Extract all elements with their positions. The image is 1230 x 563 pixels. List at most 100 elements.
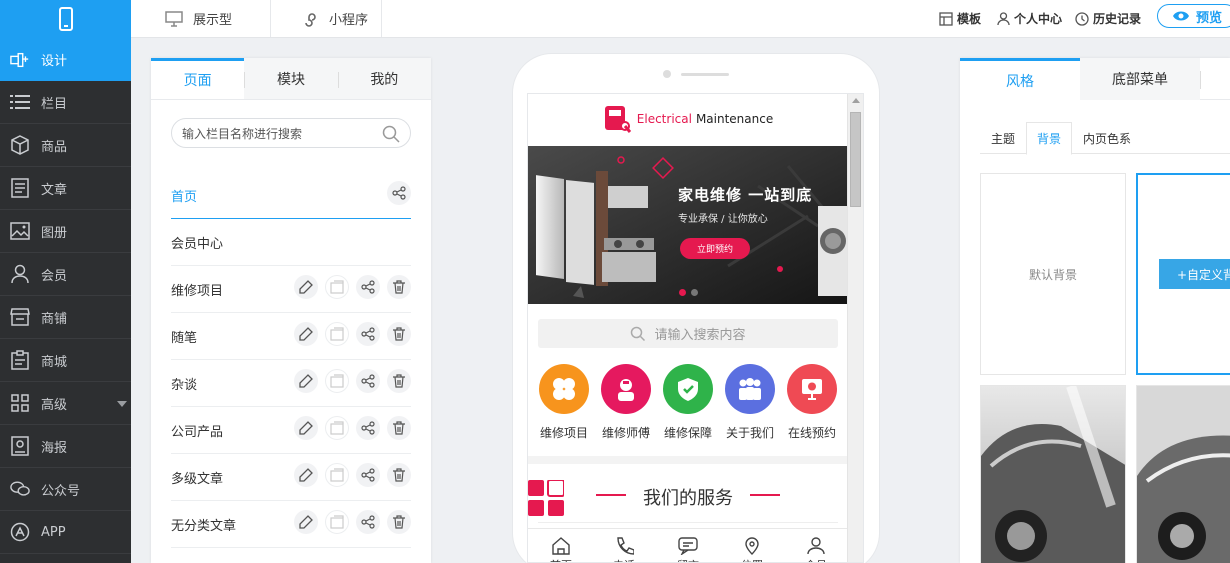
copy-icon[interactable] [325, 322, 349, 346]
share-icon[interactable] [356, 510, 380, 534]
sidebar-item-gallery[interactable]: 图册 [0, 210, 131, 253]
subtab-theme[interactable]: 主题 [980, 122, 1026, 154]
sidebar-item-shops[interactable]: 商铺 [0, 296, 131, 339]
background-thumbnail[interactable] [980, 385, 1126, 563]
section-gap [528, 456, 848, 464]
tab-modules[interactable]: 模块 [244, 58, 338, 99]
sidebar-item-label: 文章 [41, 182, 68, 198]
car-image [1137, 386, 1230, 563]
share-icon[interactable] [356, 416, 380, 440]
page-row[interactable]: 随笔 [171, 313, 411, 360]
edit-icon[interactable] [294, 275, 318, 299]
copy-icon[interactable] [325, 275, 349, 299]
subtab-inner-color[interactable]: 内页色系 [1072, 122, 1142, 154]
scroll-up-icon[interactable] [852, 98, 860, 103]
trash-icon[interactable] [387, 275, 411, 299]
custom-background-button[interactable]: +自定义背景 [1159, 259, 1230, 289]
background-thumbnail[interactable] [1136, 385, 1230, 563]
trash-icon[interactable] [387, 322, 411, 346]
tab-showcase[interactable]: 展示型 [165, 0, 232, 37]
copy-icon[interactable] [325, 369, 349, 393]
grid-icon [528, 480, 564, 516]
edit-icon[interactable] [294, 510, 318, 534]
page-row[interactable]: 首页 [171, 172, 411, 219]
tab-bottom-menu[interactable]: 底部菜单 [1080, 58, 1200, 100]
page-row[interactable]: 多级文章 [171, 454, 411, 501]
tab-mine[interactable]: 我的 [337, 58, 431, 99]
edit-icon[interactable] [294, 322, 318, 346]
tab-pages[interactable]: 页面 [151, 58, 245, 99]
mini-program-icon [303, 11, 319, 27]
bottom-tab[interactable]: 留言 [668, 535, 708, 562]
sidebar-item-design[interactable]: 设计 [0, 38, 131, 81]
trash-icon[interactable] [387, 369, 411, 393]
tab-style[interactable]: 风格 [960, 58, 1080, 100]
history-label: 历史记录 [1093, 12, 1142, 26]
share-icon[interactable] [356, 369, 380, 393]
page-actions [287, 463, 411, 487]
sidebar-item-advanced[interactable]: 高级 [0, 382, 131, 425]
phone-screen[interactable]: Electrical Maintenance 家电维修 一站到底 专业承保 / … [527, 93, 864, 563]
page-row[interactable]: 杂谈 [171, 360, 411, 407]
quick-link-item[interactable]: 维修保障 [657, 364, 719, 441]
share-icon[interactable] [387, 181, 411, 205]
subtab-background[interactable]: 背景 [1026, 122, 1072, 155]
sidebar-item-articles[interactable]: 文章 [0, 167, 131, 210]
edit-icon[interactable] [294, 369, 318, 393]
trash-icon[interactable] [387, 510, 411, 534]
user-center-label: 个人中心 [1014, 12, 1063, 26]
carousel-dot[interactable] [691, 289, 698, 296]
copy-icon[interactable] [325, 510, 349, 534]
user-center-link[interactable]: 个人中心 [997, 0, 1062, 37]
copy-icon[interactable] [325, 463, 349, 487]
sidebar-item-label: 商城 [41, 354, 68, 370]
bottom-tab[interactable]: 位置 [732, 535, 772, 562]
sidebar-item-official-account[interactable]: 公众号 [0, 468, 131, 511]
bottom-tab[interactable]: 会员 [796, 535, 836, 562]
book-now-button[interactable]: 立即预约 [680, 238, 750, 259]
sidebar-item-columns[interactable]: 栏目 [0, 81, 131, 124]
page-row[interactable]: 维修项目 [171, 266, 411, 313]
scrollbar[interactable] [847, 94, 863, 562]
edit-icon[interactable] [294, 416, 318, 440]
hero-banner[interactable]: 家电维修 一站到底 专业承保 / 让你放心 立即预约 [528, 146, 848, 304]
sidebar-item-members[interactable]: 会员 [0, 253, 131, 296]
share-icon[interactable] [356, 322, 380, 346]
sidebar-item-app[interactable]: APP [0, 511, 131, 554]
carousel-dot-active[interactable] [679, 289, 686, 296]
site-search-input[interactable]: 请输入搜索内容 [538, 319, 838, 348]
scrollbar-thumb[interactable] [850, 112, 861, 207]
quick-link-item[interactable]: 在线预约 [781, 364, 843, 441]
trash-icon[interactable] [387, 463, 411, 487]
quick-link-item[interactable]: 维修项目 [533, 364, 595, 441]
sidebar-item-posters[interactable]: 海报 [0, 425, 131, 468]
bottom-tab[interactable]: 首页 [541, 535, 581, 562]
share-icon[interactable] [356, 463, 380, 487]
trash-icon[interactable] [387, 416, 411, 440]
sidebar-item-mall[interactable]: 商城 [0, 339, 131, 382]
mall-icon [10, 350, 30, 370]
template-link[interactable]: 模板 [939, 0, 981, 37]
copy-icon[interactable] [325, 416, 349, 440]
search-icon[interactable] [382, 125, 400, 143]
location-icon [742, 537, 762, 555]
quick-link-item[interactable]: 关于我们 [719, 364, 781, 441]
share-icon[interactable] [356, 275, 380, 299]
custom-background-option[interactable]: +自定义背景 [1136, 173, 1230, 375]
preview-button[interactable]: 预览 [1157, 4, 1230, 28]
page-search-input[interactable]: 输入栏目名称进行搜索 [171, 118, 411, 148]
app-icon [10, 522, 30, 542]
history-link[interactable]: 历史记录 [1075, 0, 1141, 37]
quick-link-item[interactable]: 维修师傅 [595, 364, 657, 441]
default-background-option[interactable]: 默认背景 [980, 173, 1126, 375]
app-logo[interactable] [0, 0, 131, 38]
page-row[interactable]: 无分类文章 [171, 501, 411, 548]
edit-icon[interactable] [294, 463, 318, 487]
tab-mini-program[interactable]: 小程序 [303, 0, 368, 37]
bottom-tab[interactable]: 电话 [604, 535, 644, 562]
page-row[interactable]: 公司产品 [171, 407, 411, 454]
sidebar-item-products[interactable]: 商品 [0, 124, 131, 167]
page-row[interactable]: 会员中心 [171, 219, 411, 266]
divider [381, 0, 382, 37]
wrench-logo-icon [603, 104, 631, 134]
